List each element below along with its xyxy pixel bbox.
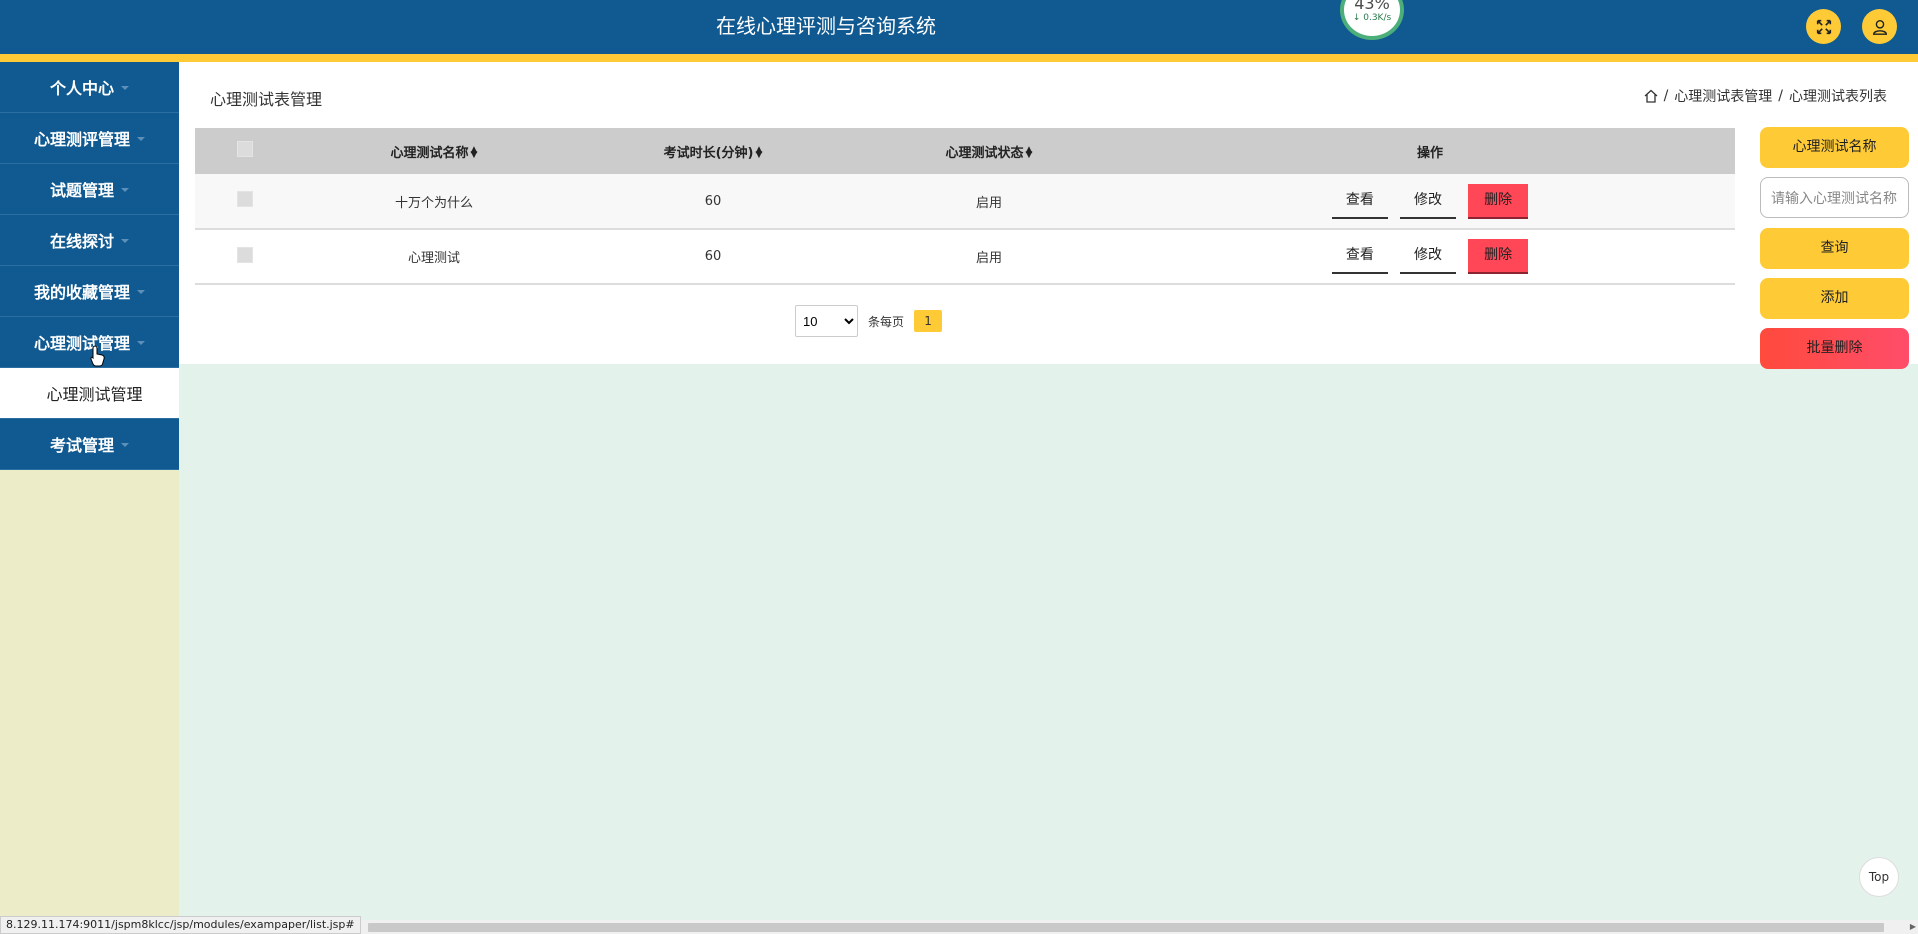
status-url: 8.129.11.174:9011/jspm8klcc/jsp/modules/…: [0, 916, 361, 934]
table-row: 心理测试 60 启用 查看 修改 删除: [195, 229, 1735, 284]
sort-icon: ▲ ▼: [755, 145, 763, 160]
caret-down-icon: [121, 86, 129, 90]
add-button[interactable]: 添加: [1760, 278, 1909, 319]
sort-icon: ▲ ▼: [1025, 145, 1033, 160]
view-button[interactable]: 查看: [1331, 184, 1388, 219]
scroll-right-icon[interactable]: ▶: [1910, 922, 1916, 931]
cell-status: 启用: [975, 251, 1002, 266]
query-button[interactable]: 查询: [1760, 228, 1909, 269]
breadcrumb: / 心理测试表管理 / 心理测试表列表: [1644, 86, 1887, 106]
sidebar-item-favorites[interactable]: 我的收藏管理: [0, 266, 179, 317]
test-table: 心理测试名称 ▲ ▼ 考试时长(分钟) ▲ ▼ 心理测试状态 ▲ ▼ 操作 十万个为什么 6…: [195, 128, 1735, 285]
app-title: 在线心理评测与咨询系统: [716, 14, 936, 38]
view-button[interactable]: 查看: [1331, 239, 1388, 274]
sidebar-item-label: 试题管理: [49, 181, 114, 200]
sidebar-item-label: 心理测评管理: [33, 130, 130, 149]
column-header-name[interactable]: 心理测试名称 ▲ ▼: [295, 128, 573, 174]
sidebar-item-label: 我的收藏管理: [33, 283, 130, 302]
caret-down-icon: [137, 137, 145, 141]
sidebar-item-label: 个人中心: [49, 79, 114, 98]
cell-name: 十万个为什么: [394, 195, 473, 211]
column-header-status[interactable]: 心理测试状态 ▲ ▼: [853, 128, 1125, 174]
cell-name: 心理测试: [407, 251, 460, 266]
hand-cursor-icon: [90, 345, 105, 367]
edit-button[interactable]: 修改: [1400, 184, 1456, 219]
user-button[interactable]: [1862, 9, 1897, 44]
sidebar-item-exam-management[interactable]: 考试管理: [0, 419, 179, 470]
page-size-select[interactable]: 10: [795, 305, 858, 337]
speed-percent: 43%: [1354, 0, 1390, 13]
sidebar-item-question-management[interactable]: 试题管理: [0, 164, 179, 215]
home-icon[interactable]: [1644, 89, 1658, 103]
sort-icon: ▲ ▼: [470, 145, 478, 160]
sidebar-item-personal-center[interactable]: 个人中心: [0, 62, 179, 113]
sidebar-item-label: 心理测试管理: [33, 334, 130, 353]
sidebar-subitem-test-management[interactable]: 心理测试管理: [0, 368, 179, 419]
row-checkbox[interactable]: [237, 246, 253, 263]
sidebar-item-label: 心理测试管理: [46, 385, 143, 404]
speed-rate: ↓ 0.3K/s: [1352, 13, 1392, 23]
cell-duration: 60: [704, 249, 722, 264]
page-number-button[interactable]: 1: [914, 310, 943, 332]
user-icon: [1872, 19, 1887, 35]
caret-down-icon: [121, 239, 129, 243]
scrollbar-thumb[interactable]: [368, 923, 1884, 932]
cell-duration: 60: [704, 193, 722, 209]
edit-button[interactable]: 修改: [1400, 239, 1456, 274]
breadcrumb-item-list: 心理测试表列表: [1789, 89, 1887, 105]
caret-down-icon: [137, 341, 145, 345]
column-header-actions: 操作: [1416, 145, 1443, 161]
column-header-label: 心理测试状态: [945, 145, 1024, 161]
breadcrumb-item-management[interactable]: 心理测试表管理: [1674, 86, 1772, 106]
search-field-label: 心理测试名称: [1760, 127, 1909, 168]
batch-delete-button[interactable]: 批量删除: [1760, 328, 1909, 369]
breadcrumb-separator: /: [1778, 88, 1783, 104]
per-page-label: 条每页: [868, 314, 905, 329]
delete-button[interactable]: 删除: [1468, 183, 1529, 219]
select-all-checkbox[interactable]: [237, 141, 253, 157]
table-header-row: 心理测试名称 ▲ ▼ 考试时长(分钟) ▲ ▼ 心理测试状态 ▲ ▼ 操作: [195, 128, 1735, 174]
header-stripe: [0, 54, 1918, 62]
sidebar: 个人中心 心理测评管理 试题管理 在线探讨 我的收藏管理 心理测试管理 心理测试…: [0, 62, 179, 934]
page-title: 心理测试表管理: [210, 90, 323, 109]
search-input[interactable]: [1760, 177, 1909, 218]
caret-down-icon: [121, 188, 129, 192]
column-header-label: 心理测试名称: [390, 145, 469, 161]
sidebar-item-label: 考试管理: [49, 436, 114, 455]
header: 在线心理评测与咨询系统 43% ↓ 0.3K/s: [0, 0, 1918, 54]
back-to-top-button[interactable]: Top: [1859, 857, 1899, 897]
column-header-label: 考试时长(分钟): [663, 145, 754, 161]
sidebar-item-assessment-management[interactable]: 心理测评管理: [0, 113, 179, 164]
column-header-duration[interactable]: 考试时长(分钟) ▲ ▼: [573, 128, 853, 174]
breadcrumb-separator: /: [1663, 88, 1669, 104]
main-panel: 心理测试表管理 / 心理测试表管理 / 心理测试表列表 心理测试名称 ▲ ▼ 考试时…: [179, 62, 1918, 364]
fullscreen-icon: [1816, 19, 1831, 34]
caret-down-icon: [137, 290, 145, 294]
fullscreen-button[interactable]: [1806, 9, 1841, 44]
table-row: 十万个为什么 60 启用 查看 修改 删除: [195, 174, 1735, 229]
sidebar-item-label: 在线探讨: [49, 232, 114, 251]
row-checkbox[interactable]: [237, 191, 253, 207]
caret-down-icon: [121, 443, 129, 447]
pagination: 10 条每页 1: [795, 305, 943, 337]
cell-status: 启用: [975, 195, 1002, 211]
delete-button[interactable]: 删除: [1468, 239, 1529, 274]
sidebar-item-online-discussion[interactable]: 在线探讨: [0, 215, 179, 266]
